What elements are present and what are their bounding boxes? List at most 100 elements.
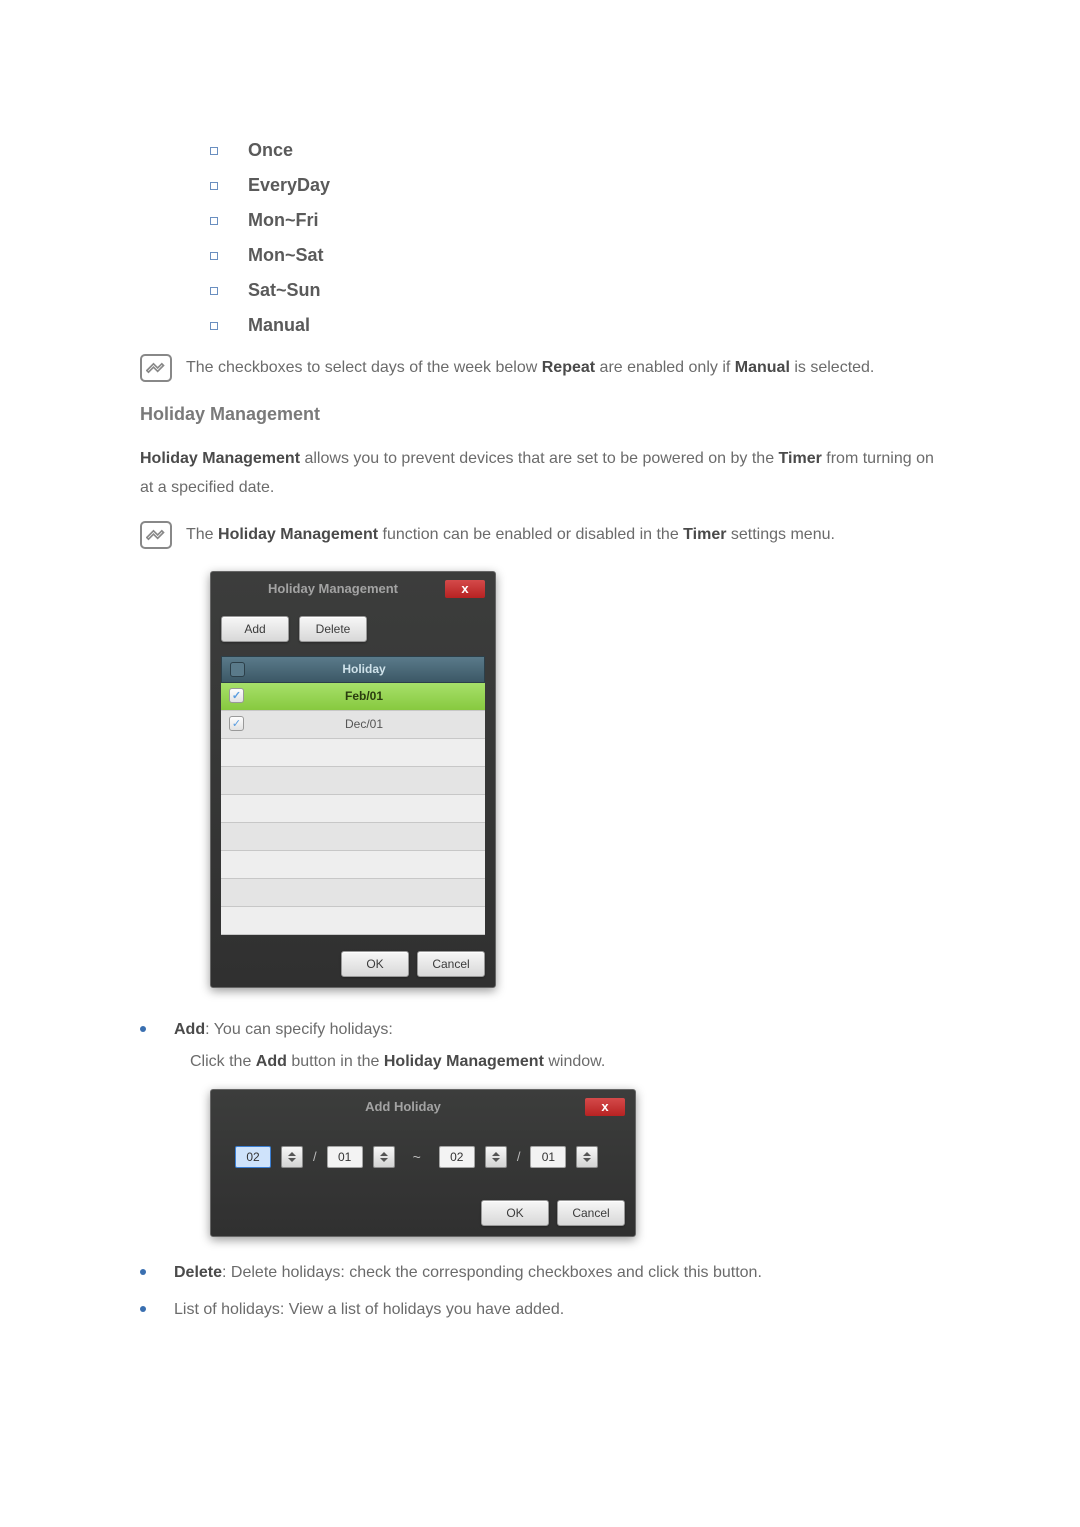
list-item: Manual	[210, 315, 940, 336]
spinner-buttons[interactable]	[485, 1146, 507, 1168]
table-header: Holiday	[221, 656, 485, 683]
list-item: Mon~Fri	[210, 210, 940, 231]
ok-button[interactable]: OK	[481, 1200, 549, 1226]
bullet-dot-icon	[140, 1269, 146, 1275]
table-row[interactable]: ✓ Feb/01	[221, 683, 485, 711]
dialog-title: Holiday Management	[221, 581, 445, 596]
add-holiday-body: 02 / 01 ~ 02 / 01	[211, 1124, 635, 1190]
text-bold: Holiday Management	[384, 1053, 544, 1070]
option-label: Manual	[248, 315, 310, 336]
list-item: Once	[210, 140, 940, 161]
text-bold: Holiday Management	[218, 526, 378, 543]
text-bold: Timer	[779, 450, 822, 467]
option-label: Once	[248, 140, 293, 161]
bullet-item-delete: Delete: Delete holidays: check the corre…	[140, 1259, 940, 1286]
dialog-toolbar: Add Delete	[211, 606, 495, 652]
bullet-text: Delete: Delete holidays: check the corre…	[174, 1259, 940, 1286]
spinner-buttons[interactable]	[281, 1146, 303, 1168]
text: The	[186, 526, 218, 543]
cancel-button[interactable]: Cancel	[417, 951, 485, 977]
square-bullet-icon	[210, 287, 218, 295]
header-checkbox-cell	[230, 662, 252, 677]
text: are enabled only if	[595, 359, 735, 376]
text: is selected.	[790, 359, 874, 376]
tilde-separator: ~	[413, 1149, 421, 1165]
dialog-footer: OK Cancel	[211, 941, 495, 987]
table-row-empty	[221, 739, 485, 767]
text-bold: Timer	[683, 526, 726, 543]
list-item: EveryDay	[210, 175, 940, 196]
note-text: The checkboxes to select days of the wee…	[186, 359, 874, 377]
text: Click the	[190, 1053, 256, 1070]
table-row[interactable]: ✓ Dec/01	[221, 711, 485, 739]
repeat-options-list: Once EveryDay Mon~Fri Mon~Sat Sat~Sun Ma…	[210, 140, 940, 336]
slash-separator: /	[517, 1149, 521, 1164]
dialog-titlebar: Add Holiday x	[211, 1090, 635, 1124]
spinner-buttons[interactable]	[373, 1146, 395, 1168]
bullet-item-list: List of holidays: View a list of holiday…	[140, 1296, 940, 1323]
month-from-input[interactable]: 02	[235, 1146, 271, 1168]
square-bullet-icon	[210, 217, 218, 225]
text-bold: Repeat	[542, 359, 595, 376]
holiday-table: Holiday ✓ Feb/01 ✓ Dec/01	[211, 652, 495, 941]
holiday-value: Feb/01	[251, 689, 477, 703]
text: allows you to prevent devices that are s…	[300, 450, 779, 467]
note-icon	[140, 521, 172, 549]
month-to-input[interactable]: 02	[439, 1146, 475, 1168]
dialog-title: Add Holiday	[221, 1099, 585, 1114]
bullet-item-add: Add: You can specify holidays:	[140, 1016, 940, 1043]
square-bullet-icon	[210, 322, 218, 330]
ok-button[interactable]: OK	[341, 951, 409, 977]
text: window.	[544, 1053, 605, 1070]
table-row-empty	[221, 795, 485, 823]
list-item: Mon~Sat	[210, 245, 940, 266]
square-bullet-icon	[210, 182, 218, 190]
checkbox[interactable]	[230, 662, 245, 677]
text: The checkboxes to select days of the wee…	[186, 359, 542, 376]
table-row-empty	[221, 907, 485, 935]
dialog-footer: OK Cancel	[211, 1190, 635, 1236]
sub-paragraph: Click the Add button in the Holiday Mana…	[190, 1053, 940, 1071]
bullet-dot-icon	[140, 1306, 146, 1312]
text-bold: Manual	[735, 359, 790, 376]
square-bullet-icon	[210, 252, 218, 260]
day-from-input[interactable]: 01	[327, 1146, 363, 1168]
holiday-value: Dec/01	[251, 717, 477, 731]
bullet-dot-icon	[140, 1026, 146, 1032]
dialog-titlebar: Holiday Management x	[211, 572, 495, 606]
bullet-list: Add: You can specify holidays:	[140, 1016, 940, 1043]
table-row-empty	[221, 879, 485, 907]
square-bullet-icon	[210, 147, 218, 155]
spinner-buttons[interactable]	[576, 1146, 598, 1168]
list-item: Sat~Sun	[210, 280, 940, 301]
close-button[interactable]: x	[445, 580, 485, 598]
checkbox[interactable]: ✓	[229, 716, 244, 731]
text: function can be enabled or disabled in t…	[378, 526, 683, 543]
note-icon	[140, 354, 172, 382]
option-label: Sat~Sun	[248, 280, 321, 301]
day-to-input[interactable]: 01	[530, 1146, 566, 1168]
body-paragraph: Holiday Management allows you to prevent…	[140, 445, 940, 503]
add-button[interactable]: Add	[221, 616, 289, 642]
bullet-text: Add: You can specify holidays:	[174, 1016, 940, 1043]
text-bold: Add	[256, 1053, 287, 1070]
slash-separator: /	[313, 1149, 317, 1164]
bullet-text: List of holidays: View a list of holiday…	[174, 1296, 940, 1323]
option-label: Mon~Sat	[248, 245, 324, 266]
text: : Delete holidays: check the correspondi…	[222, 1264, 762, 1281]
table-row-empty	[221, 767, 485, 795]
delete-button[interactable]: Delete	[299, 616, 367, 642]
text: button in the	[287, 1053, 384, 1070]
note-text: The Holiday Management function can be e…	[186, 526, 835, 544]
note-row: The Holiday Management function can be e…	[140, 521, 940, 549]
row-checkbox-cell: ✓	[229, 688, 251, 704]
holiday-management-dialog: Holiday Management x Add Delete Holiday …	[210, 571, 496, 988]
checkbox[interactable]: ✓	[229, 688, 244, 703]
table-row-empty	[221, 823, 485, 851]
text: settings menu.	[726, 526, 835, 543]
table-row-empty	[221, 851, 485, 879]
close-button[interactable]: x	[585, 1098, 625, 1116]
cancel-button[interactable]: Cancel	[557, 1200, 625, 1226]
option-label: Mon~Fri	[248, 210, 319, 231]
text-bold: Add	[174, 1021, 205, 1038]
